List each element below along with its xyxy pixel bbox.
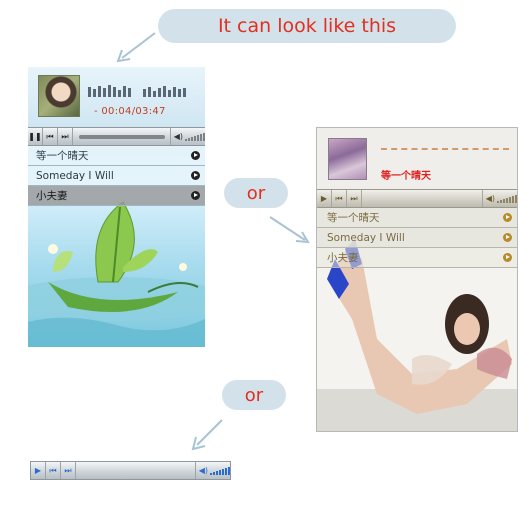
play-icon[interactable] — [191, 191, 200, 200]
pause-icon: ❚❚ — [28, 132, 42, 141]
next-icon: ⏭ — [61, 131, 69, 141]
playlist-item[interactable]: Someday I Will — [317, 228, 517, 248]
equalizer-visualizer — [88, 85, 194, 97]
next-icon: ⏭ — [350, 193, 358, 203]
playlist-item-selected[interactable]: 小夫妻 — [28, 186, 205, 206]
player-skin-1: - 00:04/03:47 ❚❚ ⏮ ⏭ ◀) 等一个晴天 Someday I … — [28, 67, 205, 347]
volume-level[interactable] — [210, 466, 230, 475]
playlist: 等一个晴天 Someday I Will 小夫妻 — [28, 146, 205, 206]
track-title: Someday I Will — [327, 231, 405, 244]
play-icon[interactable] — [191, 171, 200, 180]
previous-icon: ⏮ — [46, 131, 54, 141]
playback-time: - 00:04/03:47 — [94, 106, 166, 117]
previous-icon: ⏮ — [335, 193, 343, 203]
player2-controls: ▶ ⏮ ⏭ ◀) — [317, 189, 517, 208]
next-button[interactable]: ⏭ — [61, 462, 76, 479]
player-skin-3-mini: ▶ ⏮ ⏭ ◀) — [30, 461, 231, 480]
play-icon: ▶ — [320, 194, 328, 203]
arrow-to-player1 — [121, 32, 156, 59]
now-playing-title: 等一个晴天 — [381, 171, 431, 182]
track-title: 小夫妻 — [36, 190, 68, 202]
volume-control[interactable]: ◀) — [169, 128, 205, 145]
seek-bar[interactable] — [79, 134, 165, 139]
pause-button[interactable]: ❚❚ — [28, 128, 43, 145]
previous-icon: ⏮ — [49, 465, 57, 475]
next-button[interactable]: ⏭ — [58, 128, 73, 145]
track-title: 等一个晴天 — [36, 150, 89, 162]
previous-button[interactable]: ⏮ — [46, 462, 61, 479]
player1-header: - 00:04/03:47 — [28, 67, 205, 127]
play-icon[interactable] — [503, 253, 512, 262]
playlist: 等一个晴天 Someday I Will 小夫妻 — [317, 208, 517, 268]
next-icon: ⏭ — [64, 465, 72, 475]
volume-control[interactable]: ◀) — [481, 190, 517, 207]
track-title: Someday I Will — [36, 169, 114, 182]
previous-button[interactable]: ⏮ — [43, 128, 58, 145]
play-icon[interactable] — [503, 213, 512, 222]
play-button[interactable]: ▶ — [31, 462, 46, 479]
track-title: 小夫妻 — [327, 252, 359, 264]
track-title: 等一个晴天 — [327, 212, 380, 224]
volume-level[interactable] — [185, 132, 205, 141]
album-cover — [38, 75, 80, 117]
volume-icon: ◀) — [485, 194, 495, 203]
arrow-to-player3 — [196, 419, 223, 446]
player1-controls: ❚❚ ⏮ ⏭ ◀) — [28, 127, 205, 146]
playlist-item[interactable]: 等一个晴天 — [317, 208, 517, 228]
volume-icon: ◀) — [173, 132, 183, 141]
play-icon[interactable] — [191, 151, 200, 160]
player2-header: 等一个晴天 — [317, 128, 517, 189]
album-cover — [328, 138, 367, 180]
play-icon[interactable] — [503, 233, 512, 242]
previous-button[interactable]: ⏮ — [332, 190, 347, 207]
volume-control[interactable]: ◀) — [194, 462, 230, 479]
playlist-item[interactable]: 等一个晴天 — [28, 146, 205, 166]
play-icon: ▶ — [34, 466, 42, 475]
play-button[interactable]: ▶ — [317, 190, 332, 207]
playlist-item[interactable]: Someday I Will — [28, 166, 205, 186]
volume-level[interactable] — [497, 194, 517, 203]
next-button[interactable]: ⏭ — [347, 190, 362, 207]
arrow-to-player2 — [269, 216, 306, 241]
playlist-item-selected[interactable]: 小夫妻 — [317, 248, 517, 268]
volume-icon: ◀) — [198, 466, 208, 475]
player-skin-2: 等一个晴天 ▶ ⏮ ⏭ ◀) 等一个晴天 Someday I Will 小夫妻 — [316, 127, 518, 432]
progress-dashes — [381, 148, 509, 150]
